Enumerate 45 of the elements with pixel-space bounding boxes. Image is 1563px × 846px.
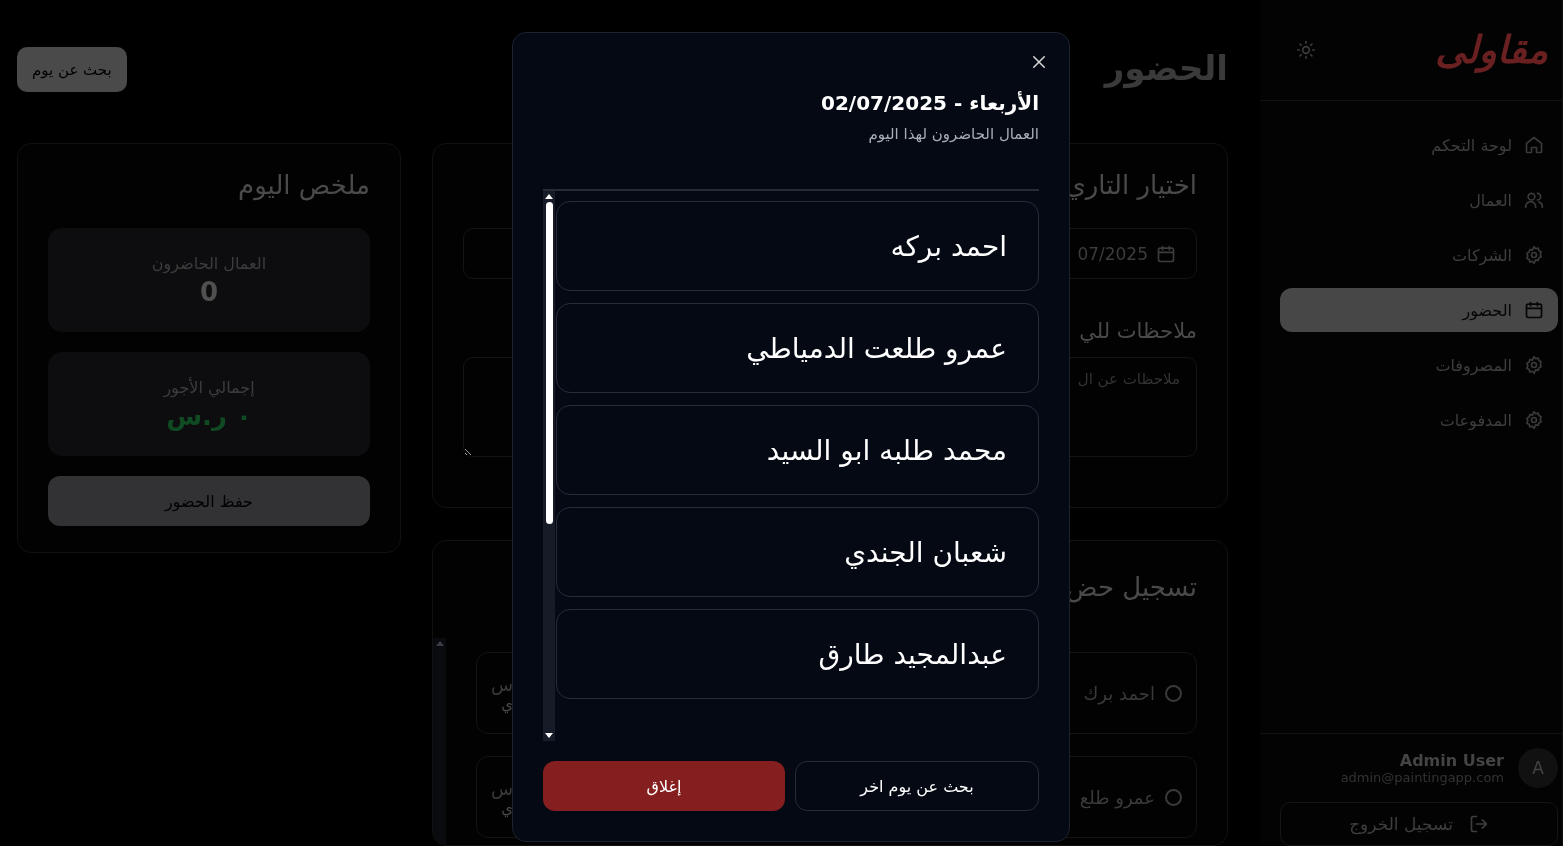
worker-detail: ي: [501, 798, 513, 817]
close-icon[interactable]: [1030, 53, 1048, 71]
stat-value: ٠ ر.س: [166, 400, 252, 431]
worker-name: عمرو طلع: [1079, 786, 1155, 808]
logout-button[interactable]: تسجيل الخروج: [1280, 802, 1558, 846]
gear-icon: [1524, 410, 1544, 430]
stat-value: 0: [199, 276, 219, 307]
nav-item[interactable]: الشركات: [1280, 233, 1558, 277]
nav-item[interactable]: لوحة التحكم: [1280, 123, 1558, 167]
radio-button[interactable]: [1165, 684, 1182, 702]
nav-item[interactable]: المدفوعات: [1280, 398, 1558, 442]
nav-item[interactable]: العمال: [1280, 178, 1558, 222]
calendar-icon: [1524, 300, 1544, 320]
date-value: 07/2025: [1077, 243, 1148, 264]
worker-name: عمرو طلعت الدمياطي: [746, 331, 1007, 365]
scrollbar[interactable]: [433, 638, 446, 845]
worker-name: احمد برك: [1083, 682, 1155, 704]
gear-icon: [1524, 245, 1544, 265]
scrollbar[interactable]: [543, 191, 555, 741]
worker-name: شعبان الجندي: [844, 535, 1007, 569]
home-icon: [1524, 135, 1544, 155]
card-title: ملخص اليوم: [238, 170, 370, 200]
worker-name: محمد طلبه ابو السيد: [766, 433, 1007, 467]
app-logo: مقاولى: [1435, 28, 1548, 72]
search-other-day-button[interactable]: بحث عن يوم اخر: [795, 761, 1039, 811]
modal-subtitle: العمال الحاضرون لهذا اليوم: [867, 125, 1039, 143]
worker-name: عبدالمجيد طارق: [818, 637, 1007, 671]
modal-title: الأربعاء - 02/07/2025: [820, 91, 1039, 115]
gear-icon: [1524, 355, 1544, 375]
search-day-button[interactable]: بحث عن يوم: [17, 47, 127, 92]
worker-name: احمد بركه: [890, 229, 1007, 263]
nav-item[interactable]: المصروفات: [1280, 343, 1558, 387]
user-name: Admin User: [1398, 751, 1504, 770]
nav-item[interactable]: الحضور: [1280, 288, 1558, 332]
close-button[interactable]: إغلاق: [543, 761, 785, 811]
page-title: الحضور: [1104, 48, 1228, 88]
radio-button[interactable]: [1165, 788, 1182, 806]
worker-detail: ي: [501, 694, 513, 713]
worker-wage: س: [491, 777, 513, 799]
calendar-icon: [1156, 243, 1176, 264]
users-icon: [1524, 190, 1544, 210]
worker-wage: س: [491, 673, 513, 695]
logout-icon: [1468, 814, 1489, 834]
sun-icon[interactable]: [1296, 40, 1316, 60]
card-title: ملاحظات للي: [1079, 319, 1197, 343]
